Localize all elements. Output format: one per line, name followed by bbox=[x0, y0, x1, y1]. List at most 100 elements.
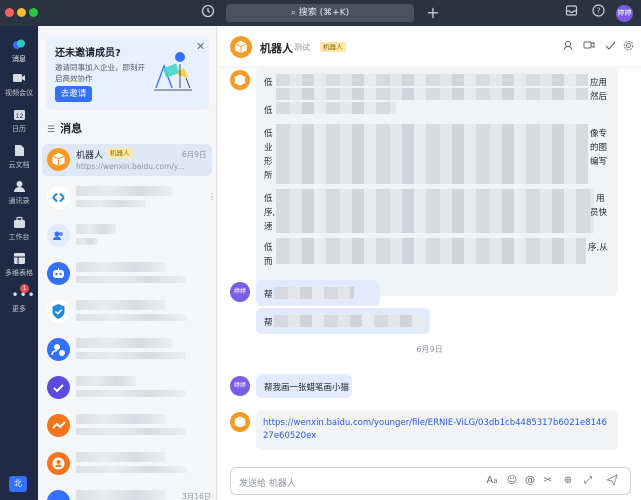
blurred-name bbox=[76, 452, 166, 462]
chat-item[interactable] bbox=[42, 372, 212, 404]
chat-item[interactable] bbox=[42, 334, 212, 366]
chat-header: 机器人 测试 机器人 bbox=[218, 26, 641, 68]
todo-check-icon[interactable] bbox=[603, 40, 617, 54]
nav-item-calendar[interactable]: 12 日历 bbox=[0, 104, 38, 140]
send-icon[interactable] bbox=[605, 474, 619, 488]
nav-item-video-meeting[interactable]: 视频会议 bbox=[0, 68, 38, 104]
chat-item[interactable] bbox=[42, 410, 212, 442]
emoji-icon[interactable]: ☺ bbox=[505, 474, 519, 488]
text-format-icon[interactable]: Aa bbox=[485, 474, 499, 488]
nav-item-bitable[interactable]: 多维表格 bbox=[0, 248, 38, 284]
workbench-icon bbox=[12, 216, 27, 230]
chat-item[interactable] bbox=[42, 258, 212, 290]
user-avatar[interactable]: 婷婷 bbox=[616, 5, 633, 22]
nav-item-more[interactable]: ••• 1 更多 bbox=[0, 284, 38, 320]
search-label: 搜索 (⌘+K) bbox=[298, 8, 350, 18]
robot-tag: 机器人 bbox=[320, 42, 346, 52]
chat-date: 3月16日 bbox=[182, 492, 212, 500]
table-icon bbox=[12, 252, 27, 266]
contacts-icon bbox=[12, 180, 27, 194]
blurred-text bbox=[274, 315, 424, 327]
chat-list-panel: 还未邀请成员? 邀请同事加入企业，即刻开启高效协作 去邀请 ✕ ☰ 消息 机器人 … bbox=[38, 26, 217, 500]
message-input[interactable]: 发送给 机器人 Aa ☺ @ ✂ ⊕ ⤢ bbox=[230, 467, 631, 495]
blurred-name bbox=[76, 224, 116, 234]
blurred-preview bbox=[76, 276, 186, 283]
blurred-text bbox=[276, 74, 588, 86]
blurred-preview bbox=[76, 200, 146, 207]
blurred-text bbox=[276, 102, 396, 114]
input-placeholder: 发送给 机器人 bbox=[239, 479, 296, 489]
user-add-avatar bbox=[47, 338, 70, 361]
scissors-icon[interactable]: ✂ bbox=[541, 474, 555, 488]
left-navigation: 消息 视频会议 12 日历 云文档 通讯录 工作台 多维表格 ••• 1 更多 … bbox=[0, 26, 38, 500]
user-message-bubble: 帮 bbox=[256, 280, 380, 306]
calendar-icon: 12 bbox=[12, 108, 27, 122]
chat-item[interactable] bbox=[42, 296, 212, 328]
minimize-window-button[interactable] bbox=[17, 8, 26, 17]
robot-tag: 机器人 bbox=[107, 148, 133, 158]
add-member-icon[interactable] bbox=[561, 40, 575, 54]
add-icon[interactable]: + bbox=[424, 4, 442, 22]
settings-gear-icon[interactable] bbox=[621, 40, 635, 54]
chat-main: 机器人 测试 机器人 低 应用 然后 低 低 像专 业 的图 形 编写 所 低 … bbox=[218, 26, 641, 500]
chat-date: 6月9日 bbox=[182, 150, 207, 159]
user-message-bubble: 帮我画一张蜡笔画小猫 bbox=[256, 374, 352, 398]
svg-text:12: 12 bbox=[15, 113, 23, 120]
check-avatar bbox=[47, 376, 70, 399]
video-call-icon[interactable] bbox=[582, 40, 596, 54]
close-icon[interactable]: ✕ bbox=[196, 40, 205, 53]
zoom-window-button[interactable] bbox=[29, 8, 38, 17]
robot-avatar[interactable] bbox=[230, 412, 250, 432]
history-icon[interactable] bbox=[199, 4, 217, 22]
chat-item[interactable]: ⋮ bbox=[42, 182, 216, 214]
robot-avatar[interactable] bbox=[230, 70, 250, 90]
robot-avatar bbox=[47, 148, 70, 171]
blurred-name bbox=[76, 262, 166, 272]
inbox-icon[interactable] bbox=[562, 4, 580, 22]
expand-icon[interactable]: ⤢ bbox=[581, 474, 595, 488]
nav-item-workbench[interactable]: 工作台 bbox=[0, 212, 38, 248]
svg-text:?: ? bbox=[596, 7, 600, 16]
search-bar[interactable]: ⌕ 搜索 (⌘+K) bbox=[226, 4, 414, 22]
mention-icon[interactable]: @ bbox=[523, 474, 537, 488]
blurred-name bbox=[76, 490, 166, 500]
invite-description: 邀请同事加入企业，即刻开启高效协作 bbox=[55, 63, 145, 83]
title-bar: ⌕ 搜索 (⌘+K) + ? 婷婷 bbox=[0, 0, 641, 26]
date-separator: 6月9日 bbox=[416, 345, 443, 354]
user-avatar[interactable]: 婷婷 bbox=[230, 282, 250, 302]
blurred-name bbox=[76, 376, 136, 386]
chat-item-robot[interactable]: 机器人 机器人 6月9日 https://wenxin.baidu.com/y.… bbox=[42, 144, 212, 176]
invite-button[interactable]: 去邀请 bbox=[55, 86, 92, 102]
blurred-name bbox=[76, 414, 166, 424]
blurred-preview bbox=[76, 352, 186, 359]
list-menu-icon[interactable]: ☰ bbox=[47, 125, 55, 135]
bot-message-bubble: https://wenxin.baidu.com/younger/file/ER… bbox=[256, 410, 618, 450]
image-link[interactable]: https://wenxin.baidu.com/younger/file/ER… bbox=[263, 417, 611, 443]
blurred-text bbox=[276, 189, 594, 233]
video-icon bbox=[12, 72, 27, 86]
blurred-text bbox=[276, 88, 588, 100]
chat-avatar bbox=[47, 490, 70, 500]
robot-avatar[interactable] bbox=[230, 36, 252, 58]
blurred-text bbox=[276, 124, 588, 184]
user-avatar[interactable]: 婷婷 bbox=[230, 376, 250, 396]
bot-message-bubble: 低 应用 然后 低 低 像专 业 的图 形 编写 所 低 用 序, 员快 速 低… bbox=[256, 66, 618, 296]
nav-item-contacts[interactable]: 通讯录 bbox=[0, 176, 38, 212]
blurred-text bbox=[274, 287, 354, 299]
chat-avatar bbox=[47, 186, 70, 209]
chat-item[interactable] bbox=[42, 448, 212, 480]
search-icon: ⌕ bbox=[290, 8, 296, 18]
chat-subtitle: 测试 bbox=[294, 43, 310, 52]
chat-item[interactable] bbox=[42, 220, 212, 252]
plus-circle-icon[interactable]: ⊕ bbox=[561, 474, 575, 488]
message-icon bbox=[12, 38, 27, 52]
close-window-button[interactable] bbox=[5, 8, 14, 17]
more-icon[interactable]: ⋮ bbox=[208, 192, 216, 201]
blurred-name bbox=[76, 186, 172, 196]
nav-item-docs[interactable]: 云文档 bbox=[0, 140, 38, 176]
chat-item[interactable]: 3月16日 bbox=[42, 486, 212, 500]
help-icon[interactable]: ? bbox=[589, 4, 607, 22]
nav-item-messages[interactable]: 消息 bbox=[0, 34, 38, 70]
org-switcher-button[interactable]: 北 bbox=[9, 476, 27, 492]
invite-illustration-icon bbox=[154, 52, 192, 91]
